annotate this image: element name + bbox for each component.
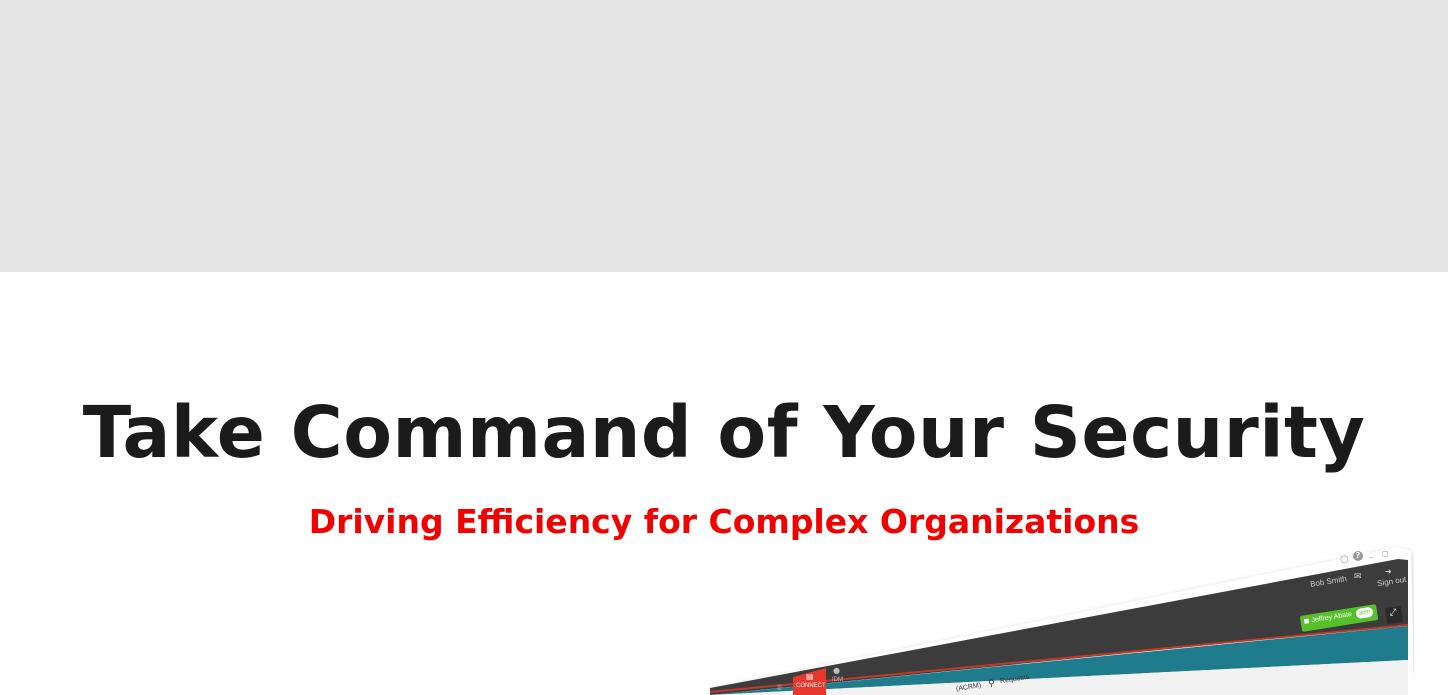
- app-screenshot-mockup: ○ ? – ◻ Bob Smith ✉ ➜ Sign out ◼ Jeffrey…: [708, 545, 1414, 695]
- lock-icon: ◼: [1303, 616, 1311, 626]
- signout-icon[interactable]: ➜: [1385, 567, 1392, 576]
- user-icon[interactable]: ●: [833, 666, 840, 675]
- key-icon: ⚲: [988, 679, 995, 689]
- hero-subtitle: Driving Efficiency for Complex Organizat…: [308, 502, 1140, 541]
- calendar-icon: ▤: [806, 672, 814, 681]
- active-user-name: Jeffrey Abate: [1311, 610, 1353, 625]
- trophy-icon[interactable]: ♕: [776, 683, 783, 692]
- expand-button[interactable]: ⤢: [1384, 605, 1404, 625]
- help-icon[interactable]: ?: [1353, 551, 1363, 561]
- nav-item-connect-label: CONNECT: [796, 683, 826, 689]
- expand-icon: ⤢: [1388, 607, 1398, 619]
- nav-item-idm-label[interactable]: IDM: [832, 677, 843, 683]
- top-banner-band: [0, 0, 1448, 272]
- minimize-icon[interactable]: –: [1369, 553, 1374, 563]
- active-user-badge: acm: [1355, 606, 1375, 620]
- hero-title: Take Command of Your Security: [82, 391, 1366, 474]
- page: Take Command of Your Security Driving Ef…: [0, 0, 1448, 695]
- restore-icon[interactable]: ◻: [1382, 549, 1389, 558]
- lock-icon[interactable]: ○: [1339, 553, 1349, 565]
- mail-icon[interactable]: ✉: [1354, 572, 1362, 582]
